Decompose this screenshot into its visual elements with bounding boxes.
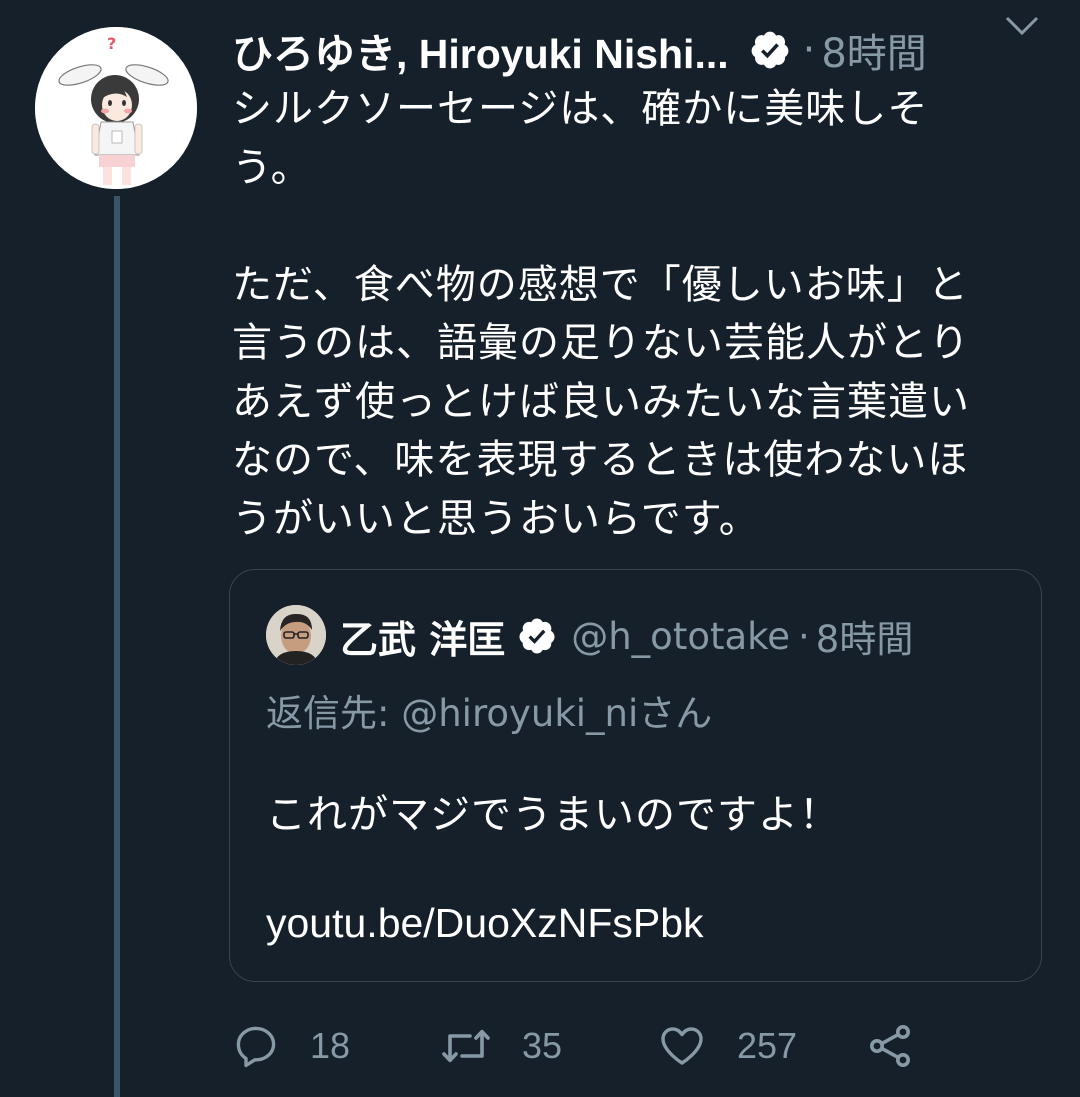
tweet-actions: 18 35 257 [232,1018,932,1074]
heart-icon [661,1027,703,1065]
retweet-icon [442,1029,490,1063]
verified-badge-icon [751,31,788,69]
like-count: 257 [737,1025,798,1066]
quoted-header-separator: · [798,614,810,658]
retweet-count: 35 [522,1025,563,1066]
author-avatar[interactable]: ? [35,27,197,189]
quoted-tweet-time: 8時間 [815,618,914,661]
quoted-tweet-link[interactable]: youtu.be/DuoXzNFsPbk [266,900,704,947]
quoted-tweet-text: これがマジでうまいのですよ！ [266,792,840,838]
share-icon [870,1025,910,1067]
svg-text:?: ? [107,34,116,53]
quoted-reply-to: 返信先: @hiroyuki_niさん [266,692,713,735]
tweet-header: ひろゆき, Hiroyuki Nishi... · 8時間 [232,22,1060,78]
quoted-avatar-photo [266,605,326,665]
chevron-down-icon[interactable] [1004,14,1040,38]
quoted-tweet-header: 乙武 洋匡 @h_ototake · 8時間 [340,608,913,664]
author-name[interactable]: ひろゆき, Hiroyuki Nishi... [232,20,729,80]
quoted-tweet-card[interactable]: 乙武 洋匡 @h_ototake · 8時間 返信先: @hiroyuki_ni… [229,569,1042,982]
like-button[interactable]: 257 [657,1018,797,1074]
header-separator: · [802,27,816,73]
quoted-author-handle: @h_ototake [571,614,791,658]
quoted-author-name: 乙武 洋匡 [340,617,506,662]
quoted-author-avatar [266,605,326,665]
reply-bubble-icon [236,1026,276,1068]
verified-badge-icon [519,618,555,654]
retweet-button[interactable]: 35 [440,1018,562,1074]
tweet-text: シルクソーセージは、確かに美味しそ う。 ただ、食べ物の感想で「優しいお味」と … [232,86,970,542]
thread-line [114,196,120,1097]
reply-button[interactable]: 18 [232,1018,350,1074]
tweet-detail: ? ひろゆき, Hiroyuki Nishi... · 8時間 シルクソーセージ… [0,0,1080,1097]
tweet-time: 8時間 [821,31,927,77]
avatar-illustration: ? [35,27,197,189]
share-button[interactable] [866,1018,914,1074]
reply-count: 18 [310,1025,351,1066]
